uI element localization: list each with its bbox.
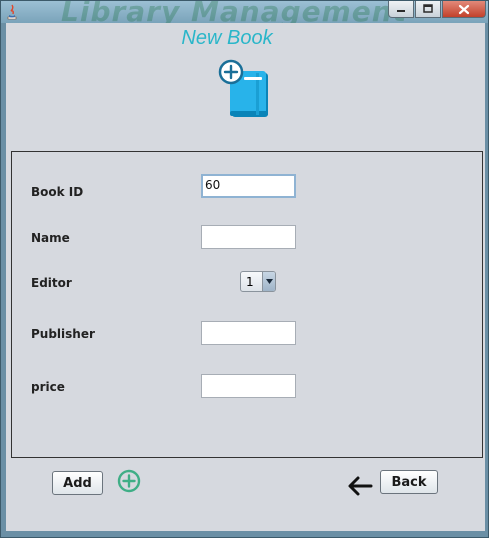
book-add-icon bbox=[218, 59, 268, 117]
close-icon bbox=[458, 4, 470, 14]
book-id-field[interactable]: 60 bbox=[201, 174, 296, 198]
window-controls bbox=[388, 1, 486, 18]
editor-select[interactable]: 1 bbox=[240, 271, 276, 292]
name-label: Name bbox=[31, 231, 70, 245]
arrow-left-icon[interactable] bbox=[346, 475, 374, 497]
dialog-content: New Book Book ID 60 Name Editor 1 Publis… bbox=[6, 23, 485, 531]
app-window: Library Management New Book Book ID 60 N… bbox=[0, 0, 489, 538]
window-bottom-border bbox=[1, 531, 488, 537]
price-label: price bbox=[31, 380, 65, 394]
close-button[interactable] bbox=[442, 1, 486, 18]
minimize-icon bbox=[397, 10, 405, 12]
maximize-button[interactable] bbox=[415, 1, 441, 18]
add-button[interactable]: Add bbox=[52, 471, 103, 495]
plus-circle-icon[interactable] bbox=[117, 469, 141, 493]
title-bar[interactable]: Library Management bbox=[1, 1, 488, 28]
book-id-label: Book ID bbox=[31, 185, 84, 199]
maximize-icon bbox=[423, 4, 433, 13]
name-field[interactable] bbox=[201, 225, 296, 249]
price-field[interactable] bbox=[201, 374, 296, 398]
publisher-label: Publisher bbox=[31, 327, 95, 341]
book-form-panel: Book ID 60 Name Editor 1 Publisher price bbox=[11, 151, 483, 458]
page-title: New Book bbox=[181, 27, 273, 49]
publisher-field[interactable] bbox=[201, 321, 296, 345]
editor-selected-value: 1 bbox=[246, 274, 254, 289]
minimize-button[interactable] bbox=[388, 1, 414, 18]
dropdown-arrow-icon[interactable] bbox=[262, 272, 275, 291]
editor-label: Editor bbox=[31, 276, 72, 290]
back-button[interactable]: Back bbox=[380, 470, 438, 494]
java-app-icon bbox=[7, 4, 17, 20]
